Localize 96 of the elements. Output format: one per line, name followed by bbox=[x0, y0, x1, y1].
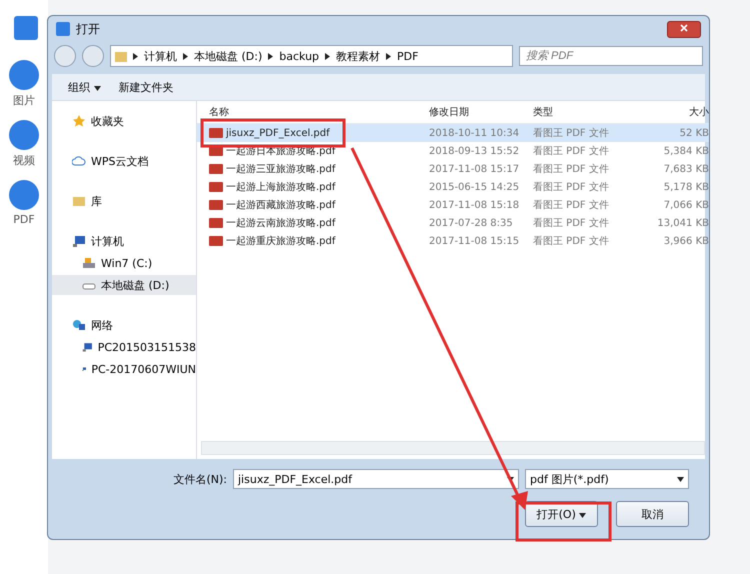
nav-item[interactable]: Win7 (C:) bbox=[52, 253, 196, 273]
close-button[interactable] bbox=[667, 20, 701, 38]
chevron-right-icon bbox=[183, 52, 188, 60]
file-name: 一起游上海旅游攻略.pdf bbox=[226, 180, 336, 194]
sidebar-label: 视频 bbox=[13, 153, 35, 168]
caret-icon bbox=[677, 476, 684, 482]
organize-menu[interactable]: 组织 bbox=[68, 80, 100, 94]
pdf-file-icon bbox=[209, 182, 223, 192]
breadcrumb-item[interactable]: 本地磁盘 (D:) bbox=[194, 48, 262, 64]
file-type-dropdown[interactable]: pdf 图片(*.pdf) bbox=[525, 469, 689, 489]
app-logo-icon bbox=[14, 16, 38, 40]
sidebar-label: PDF bbox=[13, 213, 35, 226]
caret-icon bbox=[579, 512, 586, 518]
file-name: 一起游三亚旅游攻略.pdf bbox=[226, 162, 336, 176]
file-type: 看图王 PDF 文件 bbox=[533, 234, 610, 248]
folder-icon bbox=[115, 50, 127, 62]
file-date: 2017-11-08 15:15 bbox=[429, 236, 520, 246]
pdf-file-icon bbox=[209, 164, 223, 174]
star-icon bbox=[72, 115, 86, 127]
file-row[interactable]: 一起游三亚旅游攻略.pdf 2017-11-08 15:17 看图王 PDF 文件 7,683 KB bbox=[197, 160, 709, 178]
pdf-file-icon bbox=[209, 128, 223, 138]
breadcrumb-item[interactable]: 计算机 bbox=[144, 48, 177, 64]
pdf-file-icon bbox=[209, 218, 223, 228]
file-date: 2018-10-11 10:34 bbox=[429, 128, 520, 138]
sidebar-icon[interactable] bbox=[9, 60, 39, 90]
file-type: 看图王 PDF 文件 bbox=[533, 216, 610, 230]
file-type: 看图王 PDF 文件 bbox=[533, 126, 610, 140]
file-row[interactable]: 一起游重庆旅游攻略.pdf 2017-11-08 15:15 看图王 PDF 文件 3,966 KB bbox=[197, 232, 709, 250]
filename-label: 文件名(N): bbox=[173, 472, 227, 486]
file-date: 2018-09-13 15:52 bbox=[429, 146, 520, 156]
nav-item[interactable]: WPS云文档 bbox=[52, 151, 196, 171]
file-row[interactable]: 一起游云南旅游攻略.pdf 2017-07-28 8:35 看图王 PDF 文件 13,041 KB bbox=[197, 214, 709, 232]
file-name: 一起游西藏旅游攻略.pdf bbox=[226, 198, 336, 212]
pdf-file-icon bbox=[209, 236, 223, 246]
file-row[interactable]: 一起游西藏旅游攻略.pdf 2017-11-08 15:18 看图王 PDF 文件 7,066 KB bbox=[197, 196, 709, 214]
breadcrumb-item[interactable]: backup bbox=[279, 50, 320, 62]
folder-icon bbox=[72, 195, 86, 207]
chevron-right-icon bbox=[133, 52, 138, 60]
pdf-file-icon bbox=[209, 200, 223, 210]
chevron-right-icon bbox=[325, 52, 330, 60]
address-bar[interactable]: 计算机 本地磁盘 (D:) backup 教程素材 PDF bbox=[110, 45, 513, 67]
chevron-right-icon bbox=[268, 52, 274, 60]
filename-field[interactable]: jisuxz_PDF_Excel.pdf bbox=[233, 469, 519, 489]
cancel-button[interactable]: 取消 bbox=[616, 501, 689, 527]
search-field[interactable]: 搜索 PDF bbox=[519, 46, 703, 66]
file-type: 看图王 PDF 文件 bbox=[533, 144, 610, 158]
nav-item[interactable]: PC-20170607WIUN bbox=[52, 359, 196, 379]
caret-icon bbox=[94, 86, 100, 90]
file-size: 5,178 KB bbox=[662, 182, 709, 192]
file-size: 13,041 KB bbox=[656, 218, 709, 228]
column-header[interactable]: 修改日期 bbox=[429, 105, 533, 119]
breadcrumb-item[interactable]: 教程素材 bbox=[336, 48, 380, 64]
file-size: 7,066 KB bbox=[662, 200, 709, 210]
column-header[interactable]: 大小 bbox=[641, 105, 709, 119]
nav-item[interactable]: 库 bbox=[52, 191, 196, 211]
nav-item[interactable]: 计算机 bbox=[52, 231, 196, 251]
window-title: 打开 bbox=[76, 20, 101, 38]
nav-item[interactable]: 收藏夹 bbox=[52, 111, 196, 131]
nav-item[interactable]: 网络 bbox=[52, 315, 196, 335]
cloud-icon bbox=[72, 155, 86, 167]
file-name: jisuxz_PDF_Excel.pdf bbox=[226, 128, 330, 138]
file-date: 2017-07-28 8:35 bbox=[429, 218, 514, 228]
sidebar-icon[interactable] bbox=[9, 120, 39, 150]
column-header[interactable]: 类型 bbox=[533, 105, 641, 119]
file-date: 2017-11-08 15:18 bbox=[429, 200, 520, 210]
forward-button[interactable] bbox=[82, 45, 104, 67]
file-type: 看图王 PDF 文件 bbox=[533, 198, 610, 212]
nav-item[interactable]: 本地磁盘 (D:) bbox=[52, 275, 196, 295]
dialog-icon bbox=[56, 22, 70, 36]
horizontal-scrollbar[interactable] bbox=[201, 441, 705, 455]
chevron-right-icon bbox=[386, 52, 392, 60]
back-button[interactable] bbox=[54, 45, 76, 67]
file-date: 2015-06-15 14:25 bbox=[429, 182, 520, 192]
file-row[interactable]: 一起游上海旅游攻略.pdf 2015-06-15 14:25 看图王 PDF 文件 5,178 KB bbox=[197, 178, 709, 196]
computer-icon bbox=[72, 235, 86, 247]
file-type: 看图王 PDF 文件 bbox=[533, 180, 610, 194]
network-icon bbox=[72, 319, 86, 331]
computer-icon bbox=[82, 341, 93, 353]
column-header[interactable]: 名称 bbox=[209, 105, 429, 119]
file-date: 2017-11-08 15:17 bbox=[429, 164, 520, 174]
close-icon bbox=[680, 24, 688, 32]
sidebar-icon[interactable] bbox=[9, 180, 39, 210]
file-row[interactable]: jisuxz_PDF_Excel.pdf 2018-10-11 10:34 看图王 PDF 文件 52 KB bbox=[197, 124, 709, 142]
new-folder-button[interactable]: 新建文件夹 bbox=[118, 80, 174, 94]
sidebar-label: 图片 bbox=[13, 93, 35, 108]
file-size: 5,384 KB bbox=[662, 146, 709, 156]
file-name: 一起游云南旅游攻略.pdf bbox=[226, 216, 336, 230]
nav-item[interactable]: PC201503151538 bbox=[52, 337, 196, 357]
file-name: 一起游重庆旅游攻略.pdf bbox=[226, 234, 336, 248]
drive-icon bbox=[82, 257, 96, 269]
file-size: 52 KB bbox=[678, 128, 709, 138]
breadcrumb-item[interactable]: PDF bbox=[397, 50, 418, 62]
file-size: 3,966 KB bbox=[662, 236, 709, 246]
file-type: 看图王 PDF 文件 bbox=[533, 162, 610, 176]
file-size: 7,683 KB bbox=[662, 164, 709, 174]
caret-icon bbox=[507, 476, 514, 482]
